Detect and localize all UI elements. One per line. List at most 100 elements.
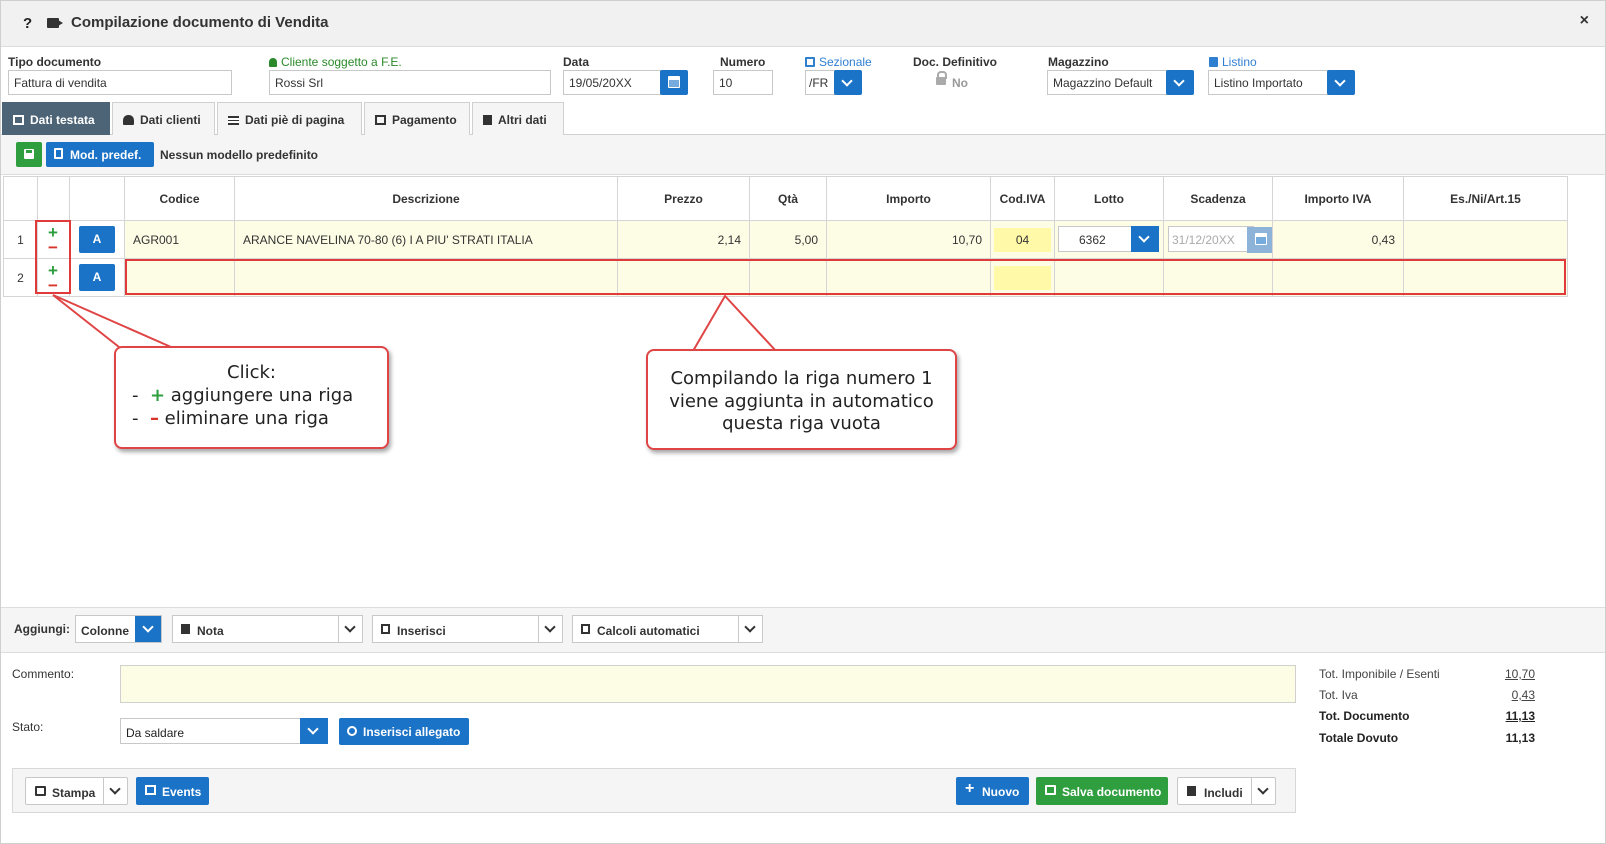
stampa-dropdown-toggle[interactable] (103, 778, 127, 804)
magazzino-dropdown-button[interactable] (1166, 70, 1194, 95)
paperclip-icon (344, 723, 360, 739)
stampa-button[interactable]: Stampa (25, 777, 128, 805)
scadenza-input[interactable]: 31/12/20XX (1168, 226, 1272, 253)
tab-dati-clienti[interactable]: Dati clienti (112, 102, 215, 135)
callout-title: Click: (227, 362, 276, 383)
sezionale-label[interactable]: Sezionale (805, 55, 872, 69)
cell-codice[interactable]: AGR001 (124, 220, 235, 259)
listino-label[interactable]: Listino (1209, 55, 1257, 69)
col-header-prezzo[interactable]: Prezzo (617, 176, 750, 221)
chevron-down-icon (841, 75, 853, 87)
commento-textarea[interactable] (120, 665, 1296, 703)
col-header-esenzione[interactable]: Es./Ni/Art.15 (1403, 176, 1568, 221)
inserisci-label: Inserisci (397, 624, 446, 638)
nota-dropdown[interactable]: Nota (172, 615, 363, 643)
video-camera-icon[interactable] (47, 18, 63, 28)
cell-importo-iva[interactable]: 0,43 (1272, 220, 1404, 259)
col-header-qta[interactable]: Qtà (749, 176, 827, 221)
col-header-descrizione[interactable]: Descrizione (234, 176, 618, 221)
numero-field[interactable]: 10 (713, 70, 773, 95)
stato-select[interactable]: Da saldare (120, 718, 328, 744)
cell-lotto: 6362 (1054, 220, 1164, 259)
scadenza-calendar-button[interactable] (1247, 227, 1272, 253)
colonne-dropdown-button[interactable] (135, 616, 161, 642)
remove-text: eliminare una riga (158, 408, 329, 429)
inserisci-dropdown-toggle[interactable] (538, 616, 562, 642)
copy-icon (1209, 57, 1218, 67)
row-a-button[interactable]: A (79, 226, 115, 253)
title-bar: ? Compilazione documento di Vendita × (1, 1, 1605, 47)
col-header-codice[interactable]: Codice (124, 176, 235, 221)
save-model-button[interactable] (16, 142, 42, 167)
calcoli-dropdown-toggle[interactable] (738, 616, 762, 642)
tab-dati-pie-pagina[interactable]: Dati piè di pagina (217, 102, 362, 135)
salva-documento-button[interactable]: Salva documento (1036, 777, 1168, 805)
tipo-documento-field[interactable]: Fattura di vendita (8, 70, 232, 95)
callout-line: questa riga vuota (722, 413, 881, 434)
inserisci-allegato-button[interactable]: Inserisci allegato (339, 718, 469, 745)
close-button[interactable]: × (1580, 12, 1589, 30)
sezionale-dropdown-button[interactable] (834, 70, 862, 95)
date-picker-button[interactable] (660, 70, 688, 95)
listino-dropdown-button[interactable] (1327, 70, 1355, 95)
data-field[interactable]: 19/05/20XX (563, 70, 661, 95)
scadenza-value: 31/12/20XX (1172, 233, 1235, 247)
lotto-dropdown-button[interactable] (1131, 226, 1159, 252)
row-a-button[interactable]: A (79, 264, 115, 291)
col-header-a (69, 176, 125, 221)
help-button[interactable]: ? (23, 15, 32, 32)
tab-dati-testata[interactable]: Dati testata (2, 102, 110, 135)
tab-label: Pagamento (392, 113, 457, 127)
tab-pagamento[interactable]: Pagamento (364, 102, 470, 135)
includi-button[interactable]: Includi (1177, 777, 1276, 805)
tot-documento-value[interactable]: 11,13 (1506, 709, 1535, 723)
lotto-select[interactable]: 6362 (1058, 226, 1159, 252)
file-icon (483, 115, 492, 125)
stato-dropdown-button[interactable] (300, 718, 328, 744)
add-remove-callout: Click: - + aggiungere una riga - – elimi… (114, 346, 389, 449)
tab-altri-dati[interactable]: Altri dati (472, 102, 564, 135)
col-header-cod-iva[interactable]: Cod.IVA (990, 176, 1055, 221)
row-a-cell: A (69, 258, 125, 297)
chevron-down-icon (344, 621, 356, 633)
col-header-importo[interactable]: Importo (826, 176, 991, 221)
magazzino-select[interactable]: Magazzino Default (1047, 70, 1169, 95)
mod-predef-button[interactable]: Mod. predef. (46, 142, 154, 167)
cell-prezzo[interactable]: 2,14 (617, 220, 750, 259)
cod-iva-value[interactable]: 04 (994, 227, 1051, 252)
calendar-icon (145, 785, 156, 795)
calcoli-dropdown[interactable]: Calcoli automatici (572, 615, 763, 643)
printer-icon (35, 786, 46, 796)
cliente-field[interactable]: Rossi Srl (269, 70, 551, 95)
tot-imponibile-value[interactable]: 10,70 (1505, 667, 1535, 681)
cell-importo[interactable]: 10,70 (826, 220, 991, 259)
col-header-lotto[interactable]: Lotto (1054, 176, 1164, 221)
user-icon (123, 115, 134, 125)
inserisci-dropdown[interactable]: Inserisci (372, 615, 563, 643)
tot-iva-value[interactable]: 0,43 (1512, 688, 1535, 702)
document-window: ? Compilazione documento di Vendita × Ti… (0, 0, 1606, 844)
includi-dropdown-toggle[interactable] (1251, 778, 1275, 804)
definitivo-value[interactable]: No (952, 76, 968, 90)
nota-label: Nota (197, 624, 224, 638)
col-header-importo-iva[interactable]: Importo IVA (1272, 176, 1404, 221)
colonne-dropdown[interactable]: Colonne (75, 615, 162, 643)
cell-esenzione[interactable] (1403, 220, 1568, 259)
cliente-label[interactable]: Cliente soggetto a F.E. (269, 55, 402, 69)
chevron-down-icon (1173, 75, 1185, 87)
nota-dropdown-toggle[interactable] (338, 616, 362, 642)
listino-label-text: Listino (1222, 55, 1257, 69)
mod-predef-label: Mod. predef. (70, 148, 142, 162)
listino-select[interactable]: Listino Importato (1208, 70, 1330, 95)
callout-line: Compilando la riga numero 1 (670, 368, 933, 389)
calcoli-label: Calcoli automatici (597, 624, 700, 638)
table-row[interactable]: 1 + − A AGR001 ARANCE NAVELINA 70-80 (6)… (3, 220, 1568, 259)
cell-cod-iva[interactable]: 04 (990, 220, 1055, 259)
cell-qta[interactable]: 5,00 (749, 220, 827, 259)
nuovo-button[interactable]: + Nuovo (956, 777, 1029, 805)
col-header-scadenza[interactable]: Scadenza (1163, 176, 1273, 221)
cell-descrizione[interactable]: ARANCE NAVELINA 70-80 (6) I A PIU' STRAT… (234, 220, 618, 259)
table-icon (13, 115, 24, 125)
stampa-label: Stampa (52, 786, 96, 800)
events-button[interactable]: Events (136, 777, 209, 805)
